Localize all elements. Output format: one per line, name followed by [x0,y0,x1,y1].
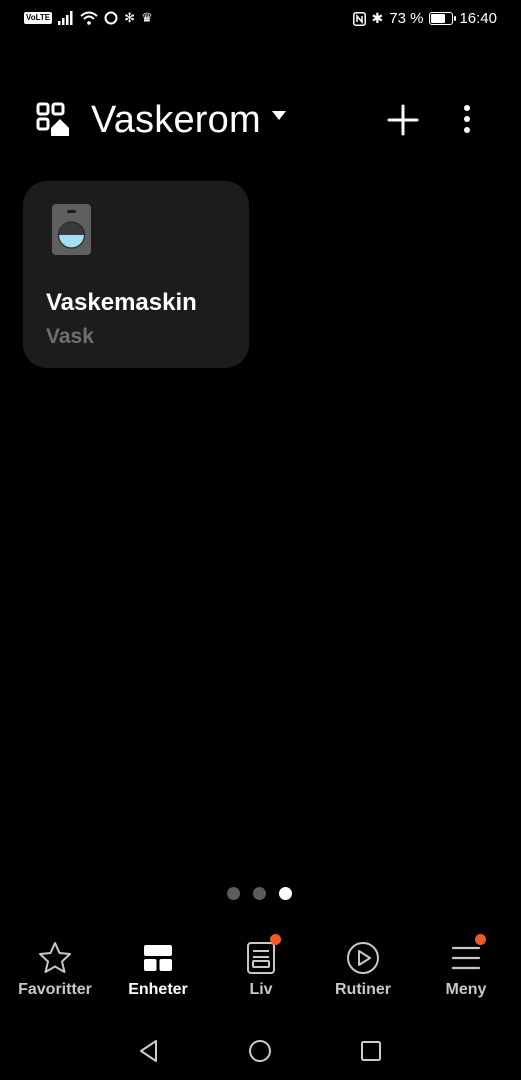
life-icon [247,942,275,974]
menu-icon [451,946,481,970]
life-icon-wrap [243,934,281,976]
home-icon[interactable] [247,1038,273,1064]
page-indicator [227,887,292,900]
nfc-icon [352,11,366,26]
recents-icon[interactable] [358,1038,384,1064]
device-card-washer[interactable]: Vaskemaskin Vask [23,181,249,368]
nav-rutiner[interactable]: Rutiner [311,940,415,999]
notification-badge [475,934,486,945]
battery-icon [429,12,457,25]
nav-label-favoritter: Favoritter [18,981,92,998]
fan-icon: ✻ [124,10,136,25]
status-bar: VoLTE ✻ ♛ ✱ 73 % 16:40 [0,0,521,40]
notification-badge [270,934,281,945]
nav-enheter[interactable]: Enheter [106,940,210,999]
washing-machine-icon [52,204,91,255]
page-dot[interactable] [279,887,292,900]
room-title[interactable]: Vaskerom [91,97,261,143]
system-navigation [0,1030,521,1070]
status-right: ✱ 73 % 16:40 [352,10,497,27]
header: Vaskerom [0,90,521,150]
smart-home-qr-icon[interactable] [36,102,70,136]
bluetooth-icon: ✱ [371,10,384,26]
page-dot[interactable] [253,887,266,900]
play-circle-icon [347,942,379,974]
menu-icon-wrap [448,934,486,976]
more-options-button[interactable] [452,100,482,140]
page-dot[interactable] [227,887,240,900]
room-dropdown-icon[interactable] [272,111,286,120]
nav-label-enheter: Enheter [128,981,188,998]
battery-fill [431,14,446,23]
battery-percent: 73 % [389,10,424,27]
nav-liv[interactable]: Liv [209,934,313,999]
crown-icon: ♛ [141,10,153,25]
nav-label-rutiner: Rutiner [335,981,391,998]
nav-label-liv: Liv [249,981,273,998]
bottom-navigation: Favoritter Enheter Liv Rutiner Meny [0,930,521,1010]
wifi-icon [80,11,98,25]
nav-label-meny: Meny [445,981,487,998]
star-icon [39,942,71,973]
clock: 16:40 [459,10,497,27]
signal-icon [58,11,73,25]
device-status: Vask [46,325,94,348]
device-name: Vaskemaskin [46,289,197,316]
sync-icon [104,11,118,25]
status-left: VoLTE ✻ ♛ [24,10,153,26]
nav-meny[interactable]: Meny [414,934,518,999]
devices-grid-icon [144,945,172,971]
back-icon[interactable] [136,1038,162,1064]
nav-favoritter[interactable]: Favoritter [3,940,107,999]
add-button[interactable] [383,100,423,140]
volte-badge: VoLTE [24,12,53,24]
